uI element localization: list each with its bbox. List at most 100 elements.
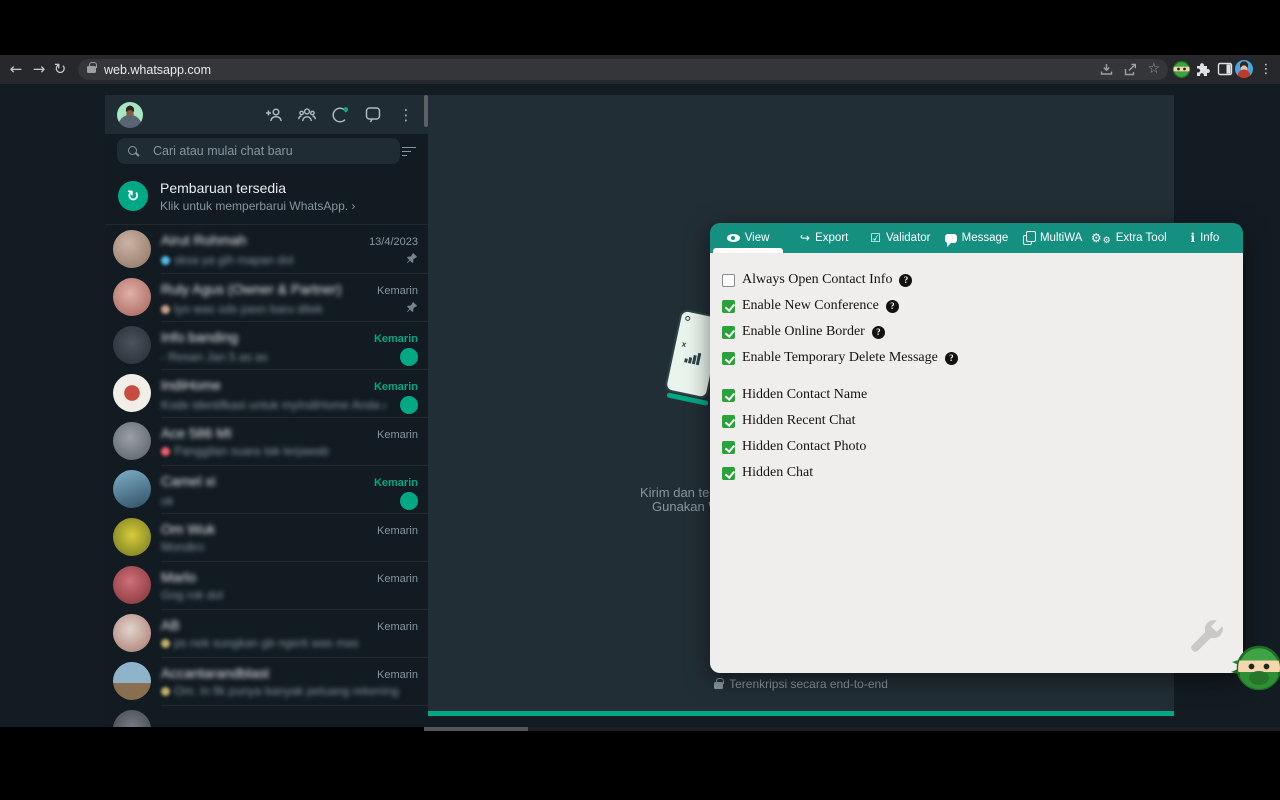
option-row[interactable]: Hidden Contact Name bbox=[722, 382, 1243, 408]
tab-export[interactable]: ↪ Export bbox=[786, 223, 862, 253]
help-icon[interactable]: ? bbox=[886, 300, 899, 313]
chat-list-item[interactable]: Om Wuk Kemarin Mondiro bbox=[105, 513, 428, 561]
tab-extra-tool[interactable]: ⚙⚙ Extra Tool bbox=[1091, 223, 1167, 253]
address-bar[interactable]: web.whatsapp.com ☆ bbox=[78, 59, 1168, 80]
wa-tool-extension-icon[interactable] bbox=[1172, 60, 1191, 79]
tab-message[interactable]: Message bbox=[938, 223, 1014, 253]
option-row[interactable]: Hidden Chat bbox=[722, 460, 1243, 486]
encryption-footer: Terenkripsi secara end-to-end bbox=[428, 677, 1174, 691]
sidebar-header: ⋮ bbox=[105, 95, 428, 134]
forward-button[interactable]: → bbox=[29, 55, 49, 84]
back-button[interactable]: ← bbox=[6, 55, 26, 84]
chat-list-item[interactable] bbox=[105, 705, 428, 727]
panel-body: Always Open Contact Info ? Enable New Co… bbox=[710, 253, 1243, 673]
checkbox[interactable] bbox=[722, 326, 735, 339]
filter-icon[interactable] bbox=[402, 146, 416, 157]
option-label: Enable Temporary Delete Message bbox=[742, 350, 938, 366]
chat-list-item[interactable]: AB Kemarin ps nek sungkan gb ngerti was … bbox=[105, 609, 428, 657]
signal-bars-icon bbox=[684, 350, 701, 365]
chat-list-item[interactable]: Ruly Agus (Owner & Partner) Kemarin tyo … bbox=[105, 273, 428, 321]
chat-preview: ps nek sungkan gb ngerti was mas bbox=[174, 636, 359, 650]
chat-name: Ruly Agus (Owner & Partner) bbox=[161, 281, 342, 297]
side-panel-icon[interactable] bbox=[1216, 60, 1235, 79]
chat-name: Ace 586 MI bbox=[161, 425, 232, 441]
checkbox[interactable] bbox=[722, 467, 735, 480]
checkbox[interactable] bbox=[722, 441, 735, 454]
tab-view[interactable]: View bbox=[710, 223, 786, 253]
chat-avatar bbox=[113, 614, 151, 652]
chat-preview: Gog rok dol bbox=[161, 588, 223, 602]
checkbox[interactable] bbox=[722, 300, 735, 313]
chat-list-item[interactable]: Airut Rohmah 13/4/2023 sksa ya gih mapan… bbox=[105, 225, 428, 273]
chat-avatar bbox=[113, 518, 151, 556]
chat-avatar bbox=[113, 326, 151, 364]
tab-multiwa[interactable]: MultiWA bbox=[1015, 223, 1091, 253]
chat-name: Accantarandblast bbox=[161, 665, 269, 681]
update-title: Pembaruan tersedia bbox=[160, 180, 355, 196]
chat-avatar bbox=[113, 230, 151, 268]
browser-profile-avatar[interactable] bbox=[1235, 60, 1253, 78]
chat-name: Camel xi bbox=[161, 473, 215, 489]
chat-timestamp: Kemarin bbox=[368, 381, 418, 393]
ninja-mascot-icon[interactable] bbox=[1236, 645, 1280, 691]
help-icon[interactable]: ? bbox=[945, 352, 958, 365]
export-icon: ↪ bbox=[800, 232, 810, 244]
checkbox[interactable] bbox=[722, 389, 735, 402]
reload-button[interactable]: ↻ bbox=[50, 55, 70, 84]
browser-menu-icon[interactable]: ⋮ bbox=[1259, 55, 1273, 84]
option-row[interactable]: Enable New Conference ? bbox=[722, 293, 1243, 319]
download-icon[interactable] bbox=[1099, 62, 1114, 77]
help-icon[interactable]: ? bbox=[872, 326, 885, 339]
chat-list-item[interactable]: IndiHome Kemarin Kode identifkasi untuk … bbox=[105, 369, 428, 417]
preview-emoji bbox=[161, 256, 170, 265]
option-row[interactable]: Hidden Contact Photo bbox=[722, 434, 1243, 460]
sidebar-scrollbar[interactable] bbox=[424, 95, 428, 127]
multiwa-copy-icon bbox=[1023, 235, 1032, 245]
checkbox[interactable] bbox=[722, 352, 735, 365]
communities-icon[interactable] bbox=[297, 105, 317, 125]
status-icon[interactable] bbox=[330, 105, 350, 125]
tab-validator[interactable]: ☑ Validator bbox=[862, 223, 938, 253]
chat-list-item[interactable]: Accantarandblast Kemarin Om. In fik puny… bbox=[105, 657, 428, 705]
panel-tab-bar: View ↪ Export ☑ Validator Message MultiW… bbox=[710, 223, 1243, 253]
update-banner[interactable]: ↻ Pembaruan tersedia Klik untuk memperba… bbox=[105, 168, 428, 225]
refresh-icon: ↻ bbox=[118, 181, 148, 211]
lock-icon bbox=[87, 66, 96, 73]
new-contact-icon[interactable] bbox=[264, 105, 284, 125]
search-placeholder: Cari atau mulai chat baru bbox=[153, 144, 293, 158]
gears-icon: ⚙ bbox=[1091, 232, 1102, 244]
chat-list-item[interactable]: Info banding Kemarin - Resan Jan 5 as as bbox=[105, 321, 428, 369]
option-row[interactable]: Enable Online Border ? bbox=[722, 319, 1243, 345]
no-signal-x: x bbox=[681, 339, 687, 349]
preview-emoji bbox=[161, 447, 170, 456]
share-icon[interactable] bbox=[1123, 62, 1138, 77]
chat-avatar bbox=[113, 710, 151, 727]
option-row[interactable]: Enable Temporary Delete Message ? bbox=[722, 345, 1243, 371]
profile-avatar[interactable] bbox=[117, 102, 143, 128]
tab-info[interactable]: i Info bbox=[1167, 223, 1243, 253]
bookmark-star-icon[interactable]: ☆ bbox=[1147, 59, 1160, 80]
checkbox[interactable] bbox=[722, 415, 735, 428]
chat-timestamp: Kemarin bbox=[368, 333, 418, 345]
option-group-general: Always Open Contact Info ? Enable New Co… bbox=[722, 267, 1243, 371]
pin-icon bbox=[406, 300, 418, 318]
chat-preview: - Resan Jan 5 as as bbox=[161, 350, 268, 364]
chat-avatar bbox=[113, 470, 151, 508]
chat-name: Info banding bbox=[161, 329, 238, 345]
chat-timestamp: Kemarin bbox=[371, 621, 418, 633]
search-row: Cari atau mulai chat baru bbox=[105, 134, 428, 168]
chat-preview: tyo was ods pasn baru ditek bbox=[174, 302, 323, 316]
extensions-puzzle-icon[interactable] bbox=[1194, 60, 1213, 79]
chat-list-item[interactable]: Ace 586 MI Kemarin Panggilan suara tak t… bbox=[105, 417, 428, 465]
horizontal-scrollbar-thumb[interactable] bbox=[424, 727, 528, 731]
chat-list-item[interactable]: Marlo Kemarin Gog rok dol bbox=[105, 561, 428, 609]
sidebar-menu-icon[interactable]: ⋮ bbox=[396, 105, 416, 125]
option-row[interactable]: Always Open Contact Info ? bbox=[722, 267, 1243, 293]
search-input[interactable]: Cari atau mulai chat baru bbox=[117, 138, 400, 164]
checkbox[interactable] bbox=[722, 274, 735, 287]
channels-icon[interactable] bbox=[363, 105, 383, 125]
option-row[interactable]: Hidden Recent Chat bbox=[722, 408, 1243, 434]
chat-list-item[interactable]: Camel xi Kemarin ok bbox=[105, 465, 428, 513]
help-icon[interactable]: ? bbox=[899, 274, 912, 287]
horizontal-scrollbar-track[interactable] bbox=[424, 727, 1280, 731]
